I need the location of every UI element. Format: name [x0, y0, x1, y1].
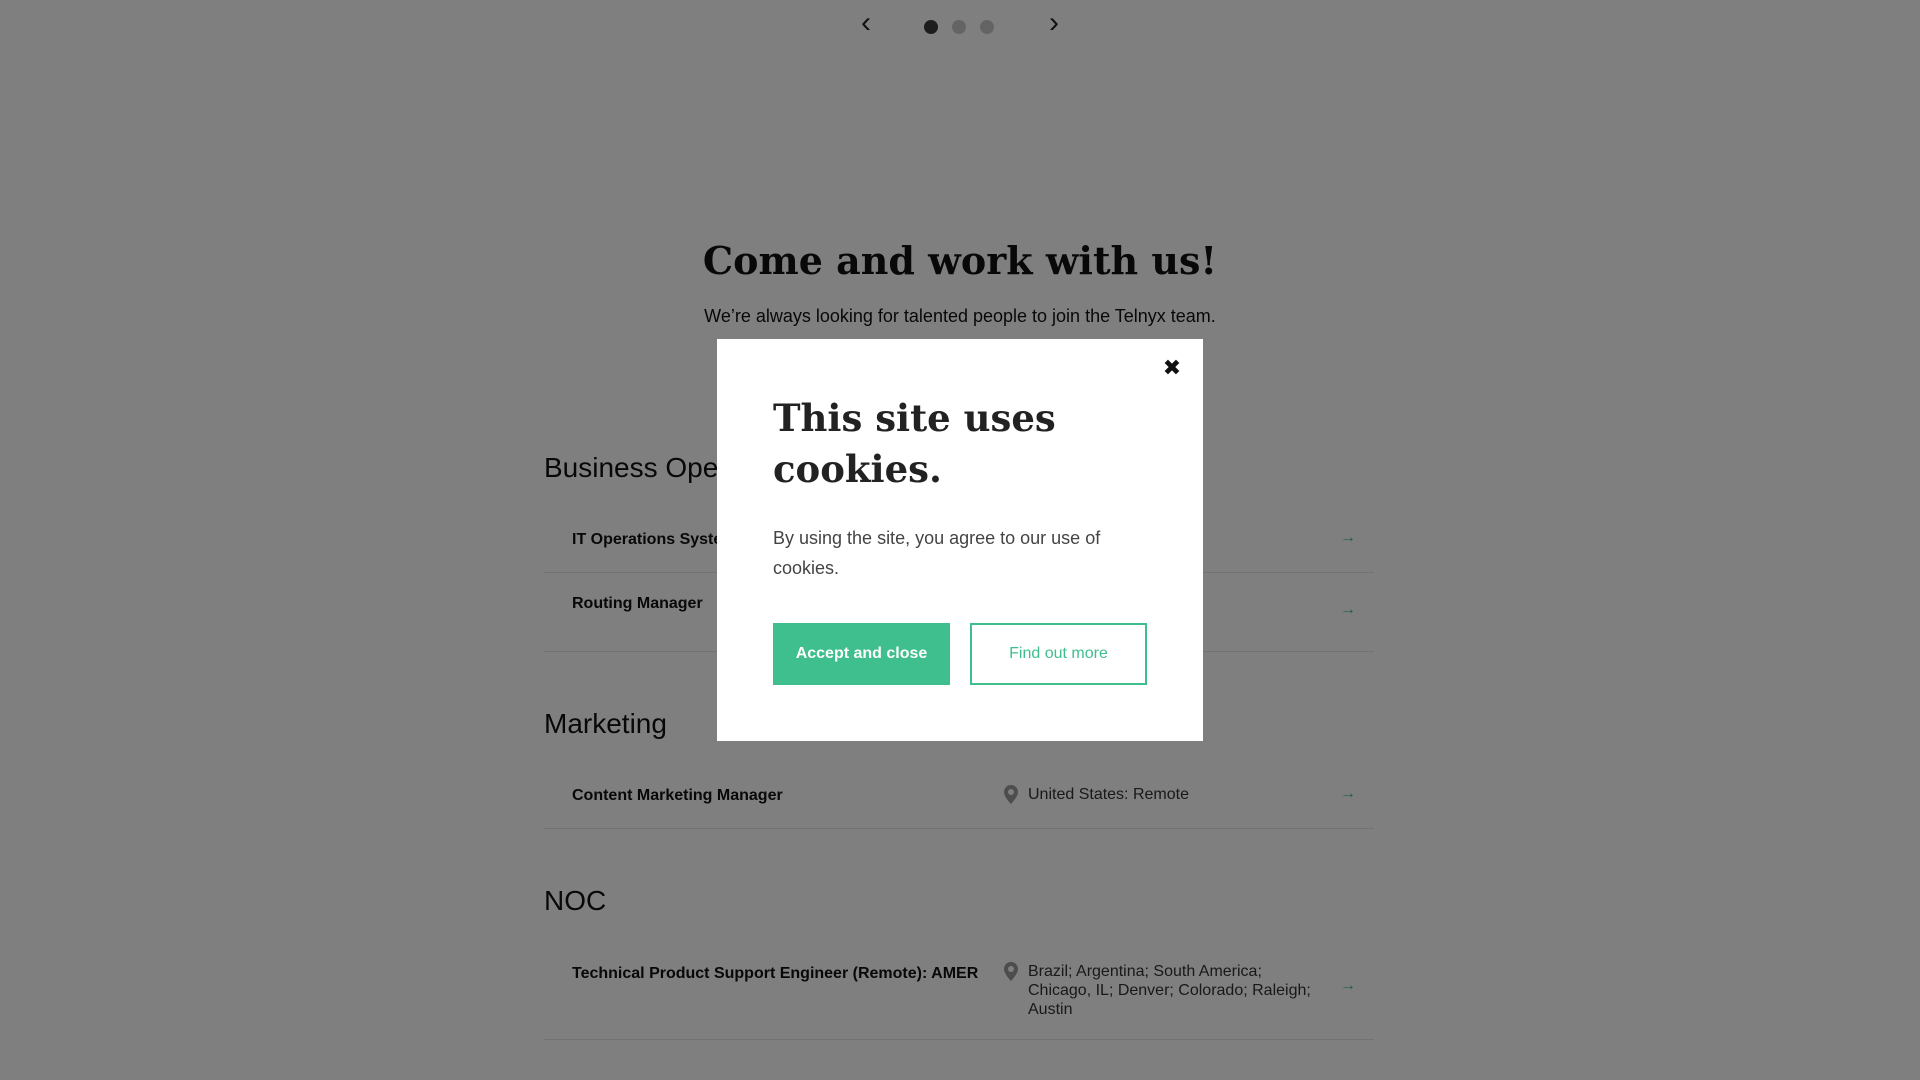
accept-and-close-button[interactable]: Accept and close [773, 623, 950, 685]
cookie-modal-title: This site uses cookies. [773, 396, 1056, 491]
cookie-modal-text: By using the site, you agree to our use … [773, 528, 1101, 578]
cookie-modal: ✖ This site uses cookies. By using the s… [717, 339, 1203, 741]
find-out-more-button[interactable]: Find out more [970, 623, 1147, 685]
close-icon[interactable]: ✖ [1157, 353, 1187, 383]
